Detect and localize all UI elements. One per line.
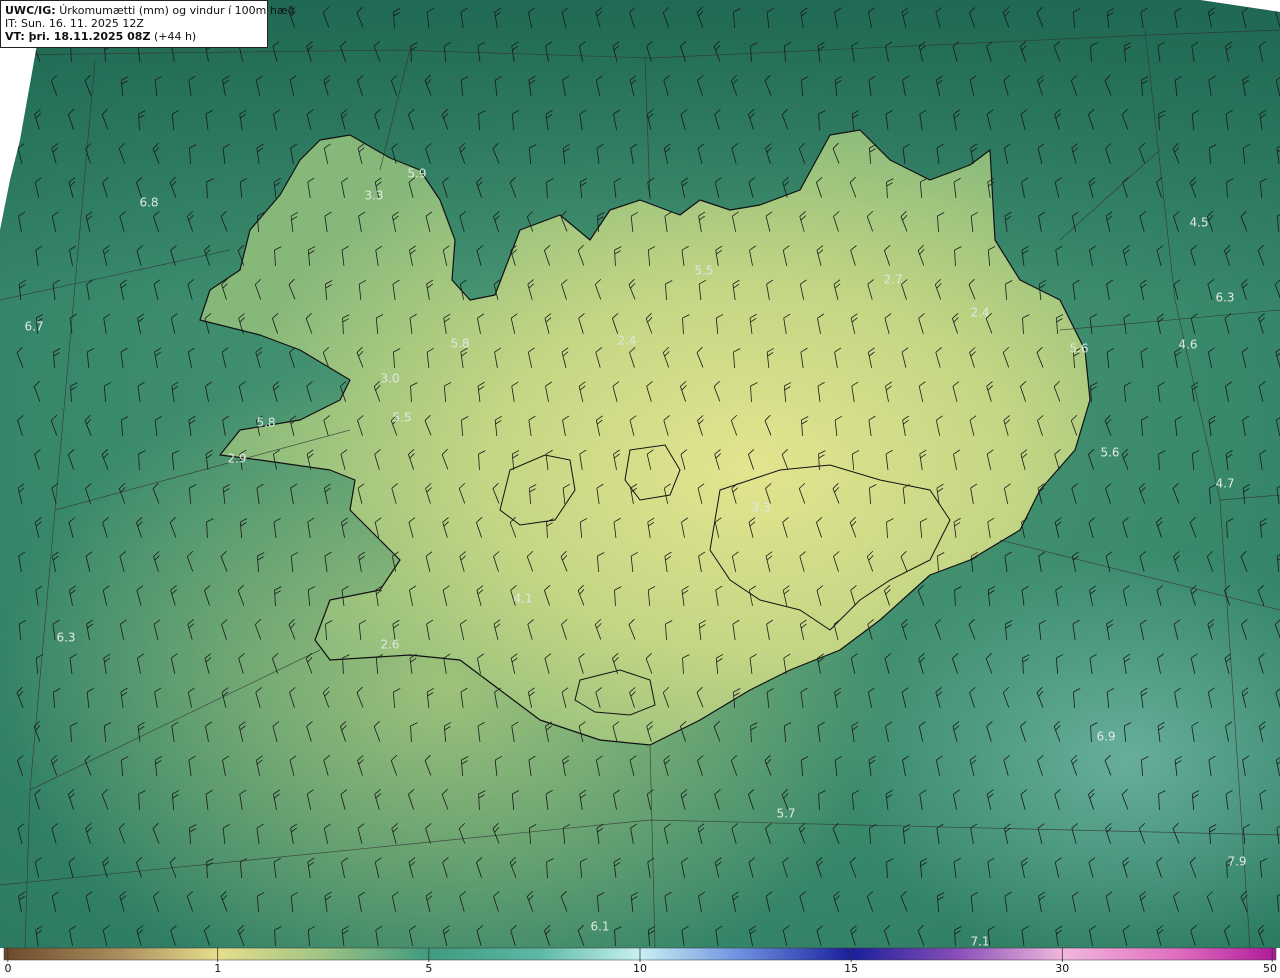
colorbar-tick-label: 0 <box>4 962 12 975</box>
precip-value-label: 3.0 <box>380 372 399 386</box>
model-domain <box>0 0 1280 948</box>
precip-value-label: 5.6 <box>1100 446 1119 460</box>
forecast-info-box: UWC/IG: Úrkomumætti (mm) og vindur í 100… <box>0 0 294 48</box>
precip-value-label: 5.8 <box>450 337 469 351</box>
model-name: UWC/IG: <box>5 4 56 17</box>
precip-value-label: 4.6 <box>1178 338 1197 352</box>
precip-value-label: 6.1 <box>590 920 609 934</box>
initial-time: IT: Sun. 16. 11. 2025 12Z <box>5 17 144 30</box>
precip-value-label: 2.6 <box>380 638 399 652</box>
colorbar-tick-label: 1 <box>214 962 222 975</box>
precip-value-label: 4.7 <box>1215 477 1234 491</box>
precip-value-label: 5.5 <box>694 264 713 278</box>
precip-value-label: 7.9 <box>1227 855 1246 869</box>
precip-value-label: 7.1 <box>970 935 989 949</box>
colorbar-tick-label: 5 <box>425 962 433 975</box>
precip-value-label: 4.5 <box>1189 216 1208 230</box>
colorbar-tick-label: 15 <box>844 962 859 975</box>
precip-value-label: 3.3 <box>751 501 770 515</box>
precip-value-label: 4.1 <box>513 592 532 606</box>
colorbar-tick-label: 50 <box>1263 962 1277 975</box>
precip-value-label: 5.9 <box>407 167 426 181</box>
lead-time: (+44 h) <box>153 30 197 43</box>
precip-value-label: 2.7 <box>883 273 902 287</box>
precip-value-label: 3.3 <box>364 189 383 203</box>
valid-time-line: VT: þri. 18.11.2025 08Z (+44 h) <box>5 30 263 43</box>
precip-value-label: 6.7 <box>24 320 43 334</box>
precip-value-label: 6.3 <box>1215 291 1234 305</box>
valid-time: VT: þri. 18.11.2025 08Z <box>5 30 151 43</box>
forecast-map[interactable]: 5.9 3.3 6.8 4.5 5.5 2.7 6.3 2.4 6.7 2.4 5.8 4.6 5.6 3… <box>0 0 1280 978</box>
precip-value-label: 5.6 <box>1069 342 1088 356</box>
precip-value-label: 6.9 <box>1096 730 1115 744</box>
map-container[interactable]: 5.9 3.3 6.8 4.5 5.5 2.7 6.3 2.4 6.7 2.4 5.8 4.6 5.6 3… <box>0 0 1280 978</box>
precip-value-label: 5.7 <box>776 807 795 821</box>
precip-value-label: 6.3 <box>56 631 75 645</box>
precip-value-label: 5.5 <box>392 411 411 425</box>
product-title: Úrkomumætti (mm) og vindur í 100m hæð <box>59 4 295 17</box>
precip-value-label: 2.9 <box>227 452 246 466</box>
title-line: UWC/IG: Úrkomumætti (mm) og vindur í 100… <box>5 4 294 17</box>
precip-value-label: 2.4 <box>970 306 989 320</box>
precip-value-label: 2.4 <box>617 334 636 348</box>
colorbar-tick-label: 10 <box>633 962 647 975</box>
colorbar-tick-label: 30 <box>1055 962 1070 975</box>
precip-value-label: 5.8 <box>256 416 275 430</box>
precip-value-label: 6.8 <box>139 196 158 210</box>
